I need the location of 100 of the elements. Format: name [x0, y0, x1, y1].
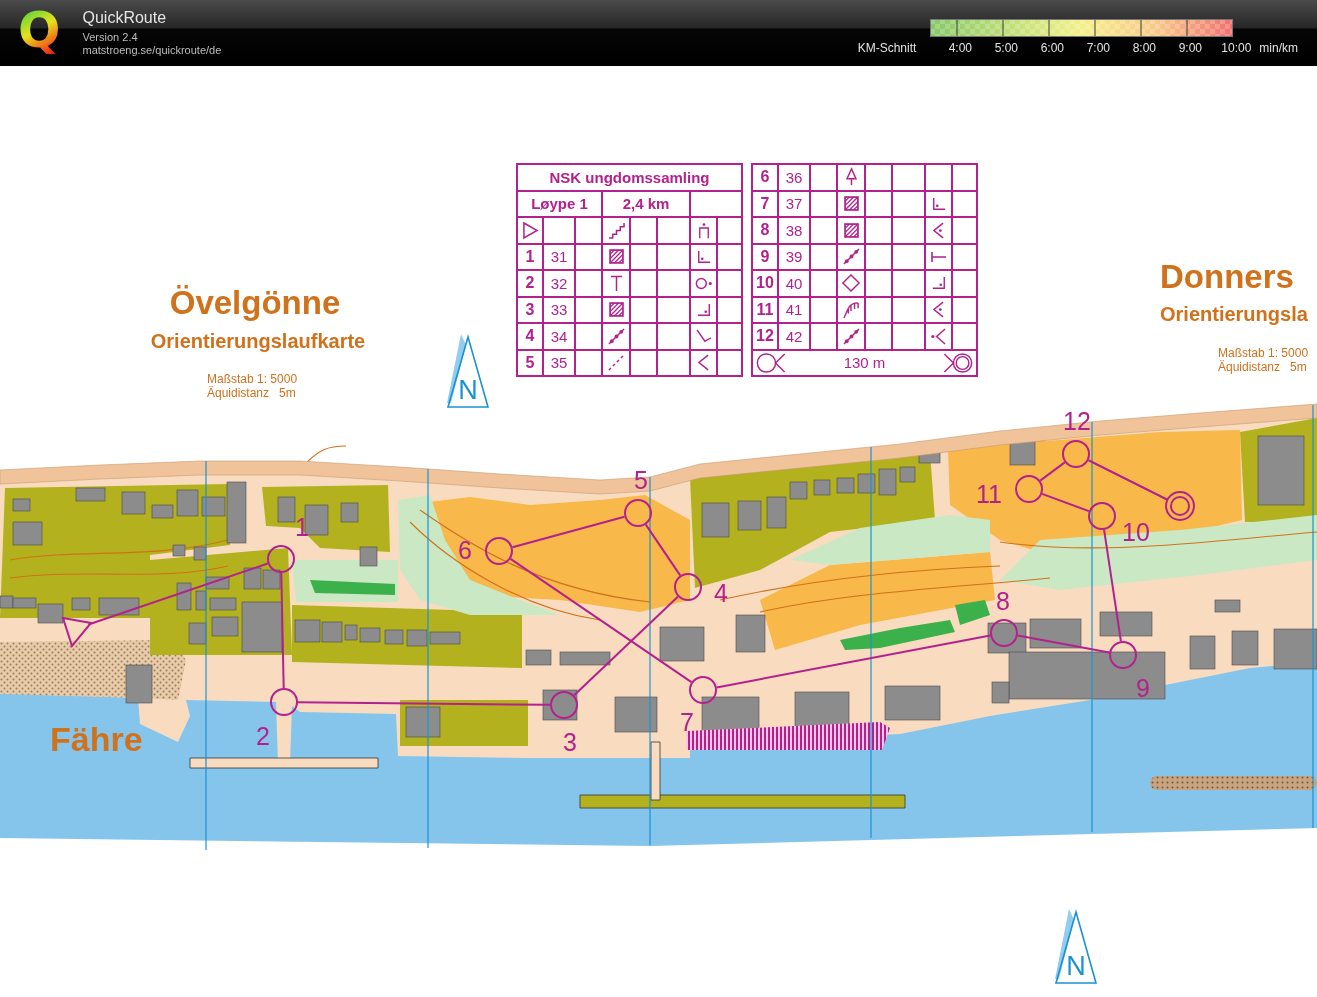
empty-cell — [576, 297, 601, 322]
app-name: QuickRoute — [82, 8, 168, 27]
map-scale: Maßstab 1: 5000 — [1218, 346, 1309, 360]
building — [884, 685, 941, 721]
empty-cell — [893, 165, 924, 190]
empty-cell — [576, 350, 601, 375]
empty-cell — [631, 218, 656, 243]
north-label: N — [458, 375, 478, 405]
pace-tick-label: 8:00 — [1131, 42, 1157, 55]
empty-cell — [691, 191, 741, 216]
building — [384, 629, 404, 645]
empty-cell — [811, 165, 836, 190]
building — [1257, 435, 1305, 506]
building — [71, 597, 91, 611]
control-circle — [689, 676, 717, 704]
place-name: Fähre — [50, 720, 143, 758]
building — [789, 481, 808, 500]
chevron-dot-icon — [933, 301, 944, 319]
empty-cell — [544, 218, 574, 243]
pace-tick-label: 5:00 — [993, 42, 1019, 55]
control-number: 3 — [518, 297, 542, 322]
empty-cell — [866, 244, 891, 269]
building — [12, 521, 43, 546]
t-shape-icon — [609, 274, 623, 292]
building — [1189, 635, 1216, 670]
building — [1231, 630, 1259, 666]
building — [405, 706, 441, 738]
empty-cell — [658, 350, 689, 375]
empty-cell — [631, 350, 656, 375]
empty-cell — [631, 244, 656, 269]
control-label: 6 — [458, 536, 472, 564]
building — [277, 496, 296, 523]
course-line — [1039, 461, 1066, 482]
empty-cell — [576, 244, 601, 269]
control-number: 9 — [753, 244, 777, 269]
control-number: 2 — [518, 271, 542, 296]
empty-cell — [866, 324, 891, 349]
building — [294, 619, 321, 643]
control-circle — [1109, 641, 1137, 669]
corner-icon — [696, 302, 711, 317]
control-code: 38 — [779, 218, 809, 243]
building — [559, 651, 611, 666]
pace-tick-label: 6:00 — [1039, 42, 1065, 55]
hatched-square-icon — [843, 222, 859, 238]
control-label: 10 — [1122, 518, 1150, 546]
control-number: 4 — [518, 324, 542, 349]
control-number: 7 — [753, 191, 777, 216]
building — [735, 614, 766, 653]
map-scale: Maßstab 1: 5000 — [207, 372, 298, 386]
building — [659, 626, 705, 662]
empty-cell — [631, 297, 656, 322]
course-length: 2,4 km — [603, 191, 689, 216]
building — [241, 601, 283, 653]
legend-label: KM-Schnitt — [857, 42, 917, 55]
empty-cell — [893, 324, 924, 349]
empty-cell — [811, 218, 836, 243]
control-circle — [624, 499, 652, 527]
building — [701, 502, 730, 538]
control-number: 11 — [753, 297, 777, 322]
building — [899, 466, 916, 483]
building — [614, 696, 658, 733]
symbol-cell — [926, 165, 951, 190]
app-version: Version 2.4 — [82, 31, 139, 44]
building — [211, 616, 239, 637]
control-circle — [1062, 440, 1090, 468]
building — [525, 649, 552, 666]
map-subtitle: Orientierungsla — [1160, 303, 1308, 325]
empty-cell — [658, 324, 689, 349]
tree-icon — [845, 168, 857, 187]
empty-cell — [893, 191, 924, 216]
empty-cell — [631, 271, 656, 296]
empty-cell — [893, 244, 924, 269]
empty-cell — [866, 191, 891, 216]
empty-cell — [658, 297, 689, 322]
empty-cell — [866, 297, 891, 322]
building — [766, 496, 787, 529]
empty-cell — [576, 271, 601, 296]
bend-icon — [695, 329, 712, 344]
building — [125, 664, 153, 704]
app-url: matstroeng.se/quickroute/de — [82, 44, 222, 57]
empty-cell — [866, 218, 891, 243]
control-label: 12 — [1063, 407, 1091, 435]
railing-icon — [843, 300, 859, 319]
course-name: Løype 1 — [518, 191, 601, 216]
contour-interval: Äquidistanz 5m — [207, 386, 296, 400]
circle-dot-icon — [694, 276, 713, 290]
empty-cell — [631, 324, 656, 349]
building — [121, 491, 146, 515]
corner-icon — [931, 276, 946, 291]
building — [737, 500, 762, 531]
control-code: 41 — [779, 297, 809, 322]
control-number: 5 — [518, 350, 542, 375]
building — [176, 489, 199, 517]
chevron-dot-icon — [933, 221, 944, 239]
control-code: 33 — [544, 297, 574, 322]
map-subtitle: Orientierungslaufkarte — [150, 330, 366, 352]
pace-tick-label: 9:00 — [1177, 42, 1203, 55]
building — [340, 502, 359, 523]
finish-circle-icon — [943, 352, 973, 373]
building — [151, 504, 174, 519]
